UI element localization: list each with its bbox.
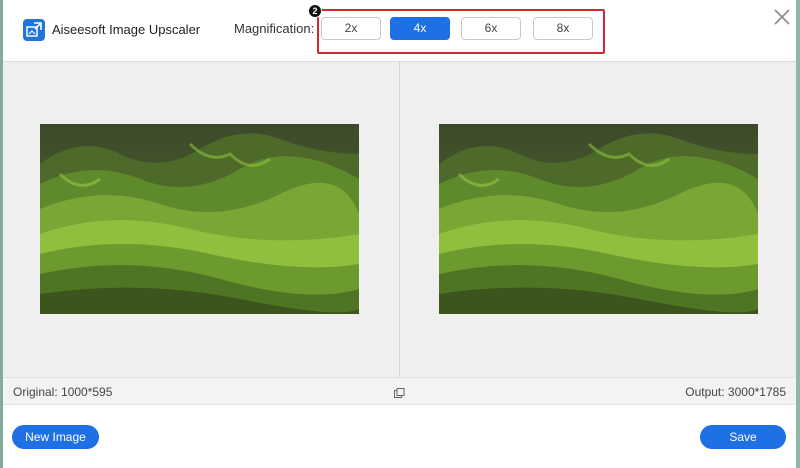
- close-icon[interactable]: [771, 6, 793, 28]
- output-size-label: Output: 3000*1785: [685, 385, 786, 399]
- app-title: Aiseesoft Image Upscaler: [52, 22, 201, 37]
- preview-divider: [399, 62, 400, 378]
- magnification-2x-button[interactable]: 2x: [321, 17, 381, 40]
- magnification-6x-button[interactable]: 6x: [461, 17, 521, 40]
- footer: New Image Save: [3, 405, 796, 468]
- app-header: Aiseesoft Image Upscaler Magnification: …: [3, 0, 796, 60]
- magnification-8x-button[interactable]: 8x: [533, 17, 593, 40]
- step-badge: 2: [308, 4, 322, 18]
- save-button[interactable]: Save: [700, 425, 786, 449]
- window-edge-right: [796, 0, 800, 468]
- output-image: [439, 124, 758, 314]
- image-upscale-icon: [23, 19, 45, 41]
- info-bar: Original: 1000*595 Output: 3000*1785: [3, 377, 796, 405]
- magnification-4x-button[interactable]: 4x: [390, 17, 450, 40]
- preview-area: [3, 61, 796, 378]
- compare-icon[interactable]: [394, 386, 405, 398]
- original-image: [40, 124, 359, 314]
- magnification-label: Magnification:: [234, 21, 315, 36]
- new-image-button[interactable]: New Image: [12, 425, 99, 449]
- original-size-label: Original: 1000*595: [13, 385, 113, 399]
